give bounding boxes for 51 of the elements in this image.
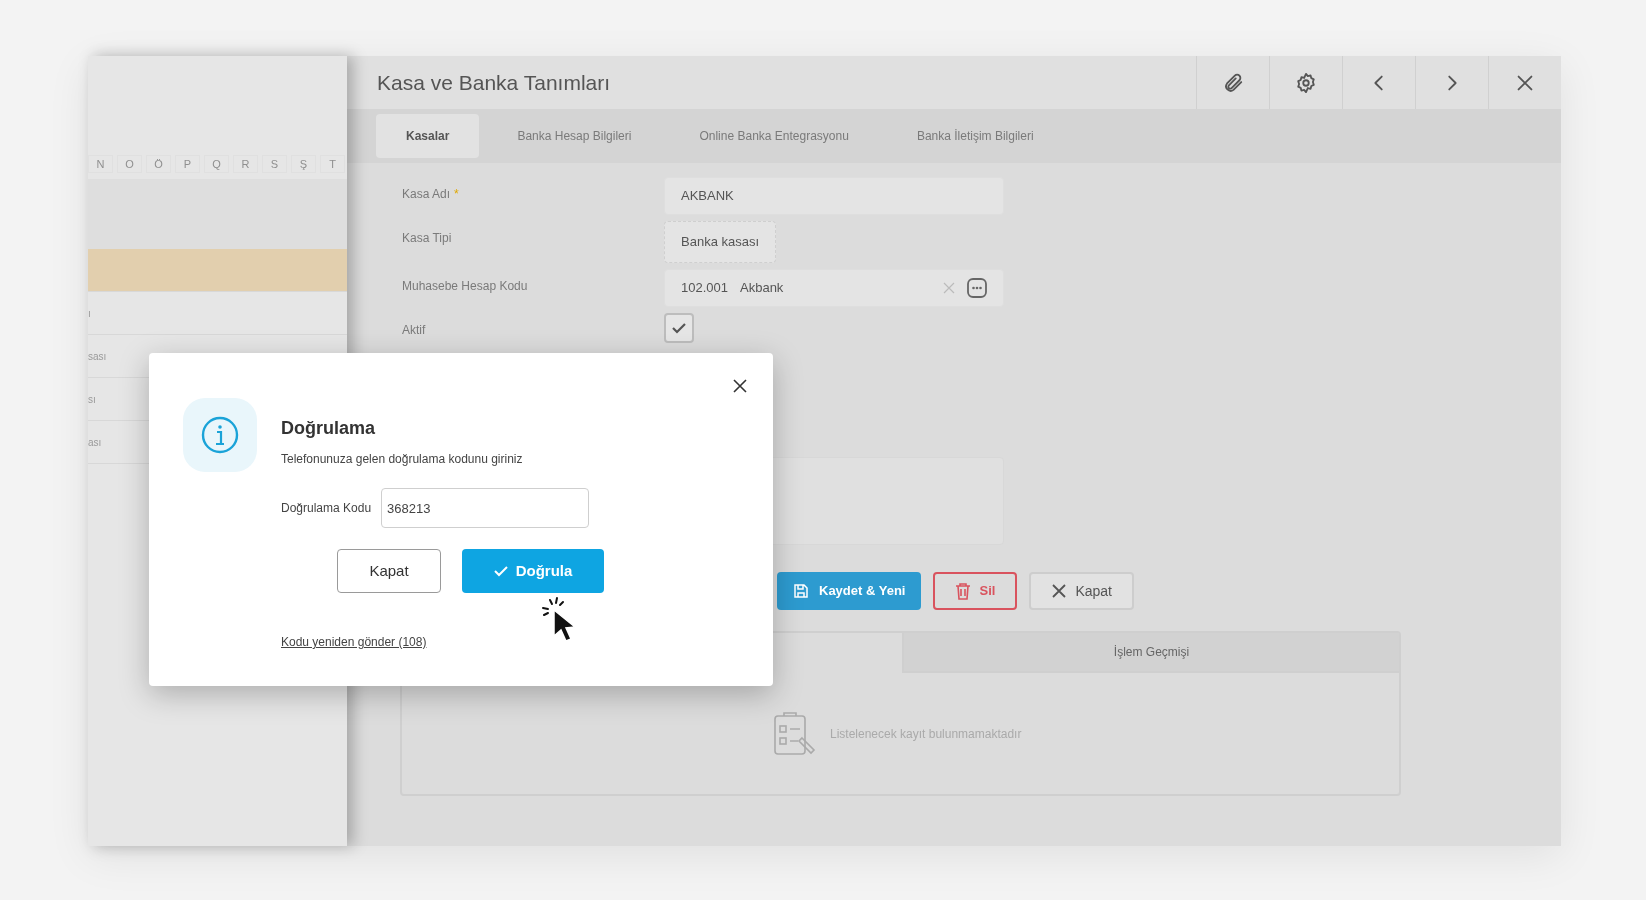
save-icon <box>793 582 811 600</box>
clipboard-icon <box>772 709 818 758</box>
history-tab[interactable]: İşlem Geçmişi <box>902 633 1399 673</box>
trash-icon <box>955 582 972 600</box>
field-label: Muhasebe Hesap Kodu <box>402 278 528 295</box>
paperclip-icon <box>1222 71 1244 94</box>
check-icon <box>671 320 687 336</box>
tab[interactable]: Kasalar <box>376 114 480 158</box>
tab[interactable]: Online Banka Entegrasyonu <box>669 114 879 158</box>
delete-button[interactable]: Sil <box>933 572 1018 610</box>
column-letter: Ş <box>291 154 316 174</box>
row-text: ı <box>88 306 91 321</box>
text-field[interactable]: AKBANK <box>664 177 1004 215</box>
settings-icon <box>1295 71 1317 94</box>
account-name: Akbank <box>740 279 785 298</box>
code-input[interactable]: 368213 <box>381 488 590 528</box>
dialog-message: Telefonunuza gelen doğrulama kodunu giriniz <box>281 451 524 468</box>
row-text: sası <box>88 349 107 364</box>
column-letter: Ö <box>146 154 171 174</box>
column-letter: T <box>320 154 345 174</box>
tab[interactable]: Banka Hesap Bilgileri <box>487 114 662 158</box>
type-field[interactable]: Banka kasası <box>664 221 777 263</box>
column-letter: R <box>233 154 258 174</box>
resend-link[interactable]: Kodu yeniden gönder (108) <box>281 635 427 649</box>
account-code: 102.001 <box>681 279 728 298</box>
close-icon <box>733 379 747 393</box>
field-label: Kasa Adı <box>402 186 451 203</box>
column-letter: Q <box>204 154 229 174</box>
check-icon <box>493 565 508 577</box>
field-label: Aktif <box>402 322 426 339</box>
tab[interactable]: Banka İletişim Bilgileri <box>886 114 1064 158</box>
save-new-button[interactable]: Kaydet & Yeni <box>777 572 922 610</box>
row-text: sı <box>88 392 96 407</box>
column-letter: S <box>262 154 287 174</box>
cancel-button[interactable]: Kapat <box>337 549 441 593</box>
active-checkbox[interactable] <box>664 313 694 343</box>
field-label: Doğrulama Kodu <box>281 500 372 517</box>
info-icon <box>201 416 239 454</box>
window-title: Kasa ve Banka Tanımları <box>376 69 612 96</box>
column-letter: O <box>117 154 142 174</box>
more-icon[interactable] <box>967 278 987 298</box>
lookup-field[interactable]: 102.001 Akbank <box>664 269 1004 307</box>
dialog-close-button[interactable] <box>731 377 749 395</box>
column-letter: P <box>175 154 200 174</box>
column-letter: N <box>88 154 113 174</box>
field-label: Kasa Tipi <box>402 230 452 247</box>
required-mark: * <box>454 186 459 203</box>
close-button[interactable]: Kapat <box>1029 572 1134 610</box>
close-icon <box>1051 583 1068 599</box>
dialog-title: Doğrulama <box>281 417 377 440</box>
row-text: ası <box>88 435 102 450</box>
